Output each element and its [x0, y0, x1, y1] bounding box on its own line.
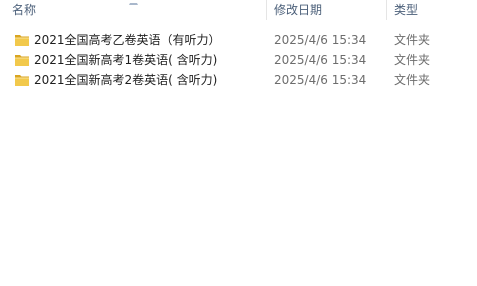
- file-name: 2021全国新高考2卷英语( 含听力): [34, 73, 218, 87]
- file-date-modified: 2025/4/6 15:34: [274, 73, 367, 87]
- file-list: 2021全国高考乙卷英语（有听力） 2025/4/6 15:34 文件夹 202…: [0, 30, 477, 90]
- column-header-bar: 名称 修改日期 类型: [0, 0, 477, 20]
- column-divider[interactable]: [266, 0, 267, 20]
- file-row[interactable]: 2021全国新高考1卷英语( 含听力) 2025/4/6 15:34 文件夹: [0, 50, 477, 70]
- file-date-modified: 2025/4/6 15:34: [274, 33, 367, 47]
- file-date-modified: 2025/4/6 15:34: [274, 53, 367, 67]
- file-explorer-list: 名称 修改日期 类型 2021全国高考乙卷英语（有听力） 2025/4/6 15…: [0, 0, 477, 286]
- folder-icon: [15, 55, 29, 66]
- column-header-date-modified[interactable]: 修改日期: [274, 0, 386, 20]
- file-type: 文件夹: [394, 73, 431, 87]
- folder-icon: [15, 75, 29, 86]
- sort-indicator-icon: [129, 0, 138, 5]
- file-type: 文件夹: [394, 33, 431, 47]
- file-type: 文件夹: [394, 53, 431, 67]
- file-name: 2021全国高考乙卷英语（有听力）: [34, 33, 221, 47]
- folder-icon: [15, 35, 29, 46]
- column-header-name[interactable]: 名称: [12, 0, 265, 20]
- column-header-type[interactable]: 类型: [394, 0, 477, 20]
- file-row[interactable]: 2021全国高考乙卷英语（有听力） 2025/4/6 15:34 文件夹: [0, 30, 477, 50]
- file-row[interactable]: 2021全国新高考2卷英语( 含听力) 2025/4/6 15:34 文件夹: [0, 70, 477, 90]
- file-name: 2021全国新高考1卷英语( 含听力): [34, 53, 218, 67]
- column-divider[interactable]: [386, 0, 387, 20]
